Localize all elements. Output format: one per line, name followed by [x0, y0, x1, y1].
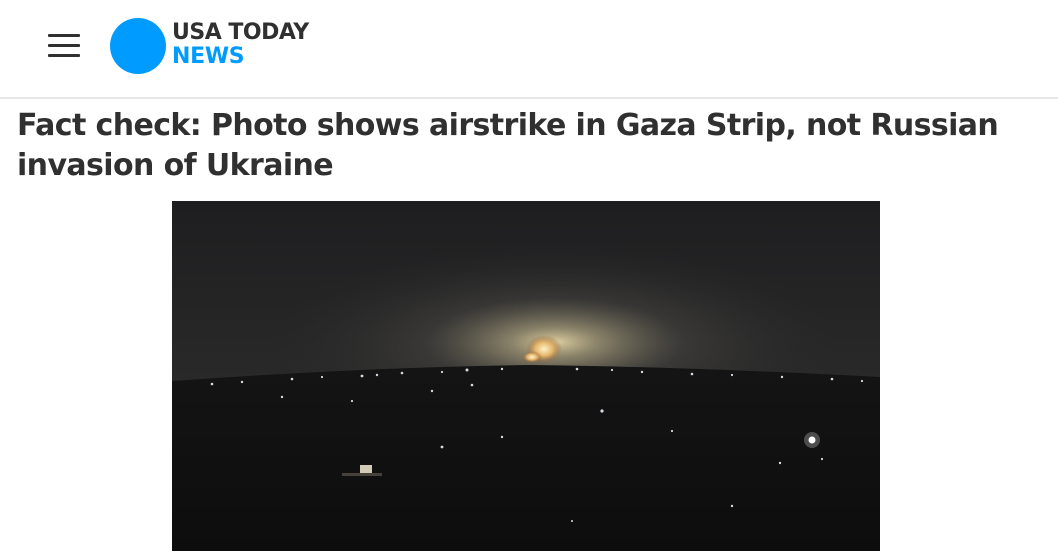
hamburger-menu-button[interactable]: [44, 28, 84, 64]
logo-section-text: NEWS: [172, 44, 245, 69]
article-headline: Fact check: Photo shows airstrike in Gaz…: [17, 108, 999, 183]
logo-brand-text: USA TODAY: [172, 20, 309, 45]
hamburger-menu-icon: [48, 54, 80, 57]
logo-dot-icon: [110, 18, 166, 74]
article-hero-image[interactable]: [172, 201, 880, 551]
usa-today-news-logo[interactable]: USA TODAY NEWS: [110, 18, 340, 76]
night-explosion-photo: [172, 201, 880, 551]
hamburger-menu-icon: [48, 44, 80, 47]
site-header: USA TODAY NEWS: [0, 0, 1058, 99]
hamburger-menu-icon: [48, 34, 80, 37]
